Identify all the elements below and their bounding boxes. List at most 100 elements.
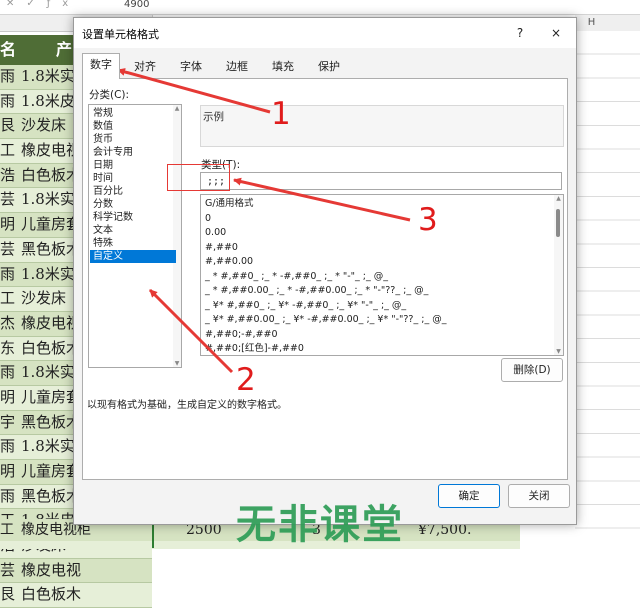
cell-name[interactable]: 雨 <box>0 361 18 385</box>
cell-product[interactable]: 儿童房套 <box>21 213 81 237</box>
cell-name[interactable]: 艮 <box>0 583 18 607</box>
tab-alignment[interactable]: 对齐 <box>124 56 166 77</box>
cell-product[interactable]: 黑色板木 <box>21 411 81 435</box>
formula-bar-value[interactable]: 4900 <box>124 0 149 10</box>
format-list-scrollbar[interactable]: ▲ ▼ <box>554 195 563 355</box>
tab-number[interactable]: 数字 <box>82 53 120 79</box>
delete-button[interactable]: 删除(D) <box>501 358 563 382</box>
scroll-thumb[interactable] <box>556 209 560 237</box>
cell-product[interactable]: 1.8米实 <box>21 65 75 89</box>
category-item[interactable]: 分数 <box>90 198 176 211</box>
category-item[interactable]: 文本 <box>90 224 176 237</box>
scroll-up-icon[interactable]: ▲ <box>554 195 563 202</box>
table-row[interactable]: 艮白色板木 <box>0 583 152 608</box>
format-cells-dialog: 设置单元格格式 ? × 数字 对齐 字体 边框 填充 保护 分类(C): ▲ ▼… <box>73 17 577 525</box>
cell-name[interactable]: 艮 <box>0 114 18 138</box>
scroll-down-icon[interactable]: ▼ <box>173 360 181 367</box>
format-code-item[interactable]: 0.00 <box>205 226 226 241</box>
cell-name[interactable]: 雨 <box>0 65 18 89</box>
cell-product[interactable]: 橡皮电视 <box>21 139 81 163</box>
cell-product[interactable]: 1.8米实 <box>21 435 75 459</box>
cell-product[interactable]: 沙发床 <box>21 114 66 138</box>
cell-name[interactable]: 雨 <box>0 435 18 459</box>
header-name-cell[interactable]: 名 <box>0 35 16 65</box>
cell-name[interactable]: 芸 <box>0 559 18 583</box>
cell-name[interactable]: 明 <box>0 213 18 237</box>
cancel-button[interactable]: 关闭 <box>508 484 570 508</box>
category-item[interactable]: 自定义 <box>90 250 176 263</box>
tab-protection[interactable]: 保护 <box>308 56 350 77</box>
category-item[interactable]: 数值 <box>90 120 176 133</box>
annotation-number-3: 3 <box>418 202 438 238</box>
cell-product[interactable]: 1.8米实 <box>21 263 75 287</box>
header-product-cell[interactable]: 产 <box>56 35 72 65</box>
sample-label: 示例 <box>203 111 224 123</box>
annotation-number-2: 2 <box>236 362 256 398</box>
category-item[interactable]: 科学记数 <box>90 211 176 224</box>
cell-name[interactable]: 雨 <box>0 263 18 287</box>
cell-name[interactable]: 雨 <box>0 90 18 114</box>
scroll-down-icon[interactable]: ▼ <box>554 348 563 355</box>
cell-product[interactable]: 橡皮电视 <box>21 559 81 583</box>
format-code-item[interactable]: #,##0 <box>205 241 238 256</box>
formula-bar: ✕✓ƒx 4900 <box>0 0 640 15</box>
empty-grid-cells[interactable] <box>575 31 640 548</box>
format-code-item[interactable]: #,##0;[红色]-#,##0 <box>205 342 304 355</box>
format-code-item[interactable]: G/通用格式 <box>205 197 254 212</box>
cell-product[interactable]: 1.8米实 <box>21 188 75 212</box>
format-code-item[interactable]: _ ¥* #,##0.00_ ;_ ¥* -#,##0.00_ ;_ ¥* "-… <box>205 313 446 328</box>
tab-border[interactable]: 边框 <box>216 56 258 77</box>
cell-product[interactable]: 橡皮电视 <box>21 312 81 336</box>
cell-name[interactable]: 工 <box>0 139 18 163</box>
formula-bar-icons[interactable]: ✕✓ƒx <box>6 0 80 9</box>
type-input[interactable]: ;;; <box>200 172 562 190</box>
column-header-h[interactable]: H <box>575 15 609 32</box>
tab-font[interactable]: 字体 <box>170 56 212 77</box>
cell-name[interactable]: 杰 <box>0 312 18 336</box>
cell-name[interactable]: 芸 <box>0 188 18 212</box>
cell-product[interactable]: 白色板木 <box>21 583 81 607</box>
cell-name[interactable]: 雨 <box>0 485 18 509</box>
cell-product[interactable]: 沙发床 <box>21 287 66 311</box>
category-item[interactable]: 会计专用 <box>90 146 176 159</box>
ok-button[interactable]: 确定 <box>438 484 500 508</box>
category-item[interactable]: 时间 <box>90 172 176 185</box>
dialog-title-bar[interactable]: 设置单元格格式 ? × <box>74 18 576 48</box>
cell-product[interactable]: 黑色板木 <box>21 238 81 262</box>
cell-name[interactable]: 浩 <box>0 164 18 188</box>
category-item[interactable]: 特殊 <box>90 237 176 250</box>
format-code-item[interactable]: _ * #,##0_ ;_ * -#,##0_ ;_ * "-"_ ;_ @_ <box>205 270 388 285</box>
help-button[interactable]: ? <box>510 23 530 43</box>
column-header-i[interactable] <box>608 15 640 32</box>
cell-name[interactable]: 明 <box>0 386 18 410</box>
category-item[interactable]: 日期 <box>90 159 176 172</box>
format-code-item[interactable]: _ * #,##0.00_ ;_ * -#,##0.00_ ;_ * "-"??… <box>205 284 428 299</box>
sample-box <box>200 105 564 147</box>
category-list[interactable]: ▲ ▼ 常规 数值 货币 会计专用 日期 时间 百分比 分数 科学记数 文本 特殊 自定义 <box>88 104 182 368</box>
cell-product[interactable]: 白色板木 <box>21 164 81 188</box>
format-code-item[interactable]: 0 <box>205 212 211 227</box>
category-label: 分类(C): <box>89 89 130 101</box>
category-item[interactable]: 常规 <box>90 107 176 120</box>
cell-name[interactable]: 工 <box>0 519 14 541</box>
cell-product[interactable]: 黑色板木 <box>21 485 81 509</box>
cell-name[interactable]: 工 <box>0 287 18 311</box>
category-item[interactable]: 百分比 <box>90 185 176 198</box>
cell-product[interactable]: 白色板木 <box>21 337 81 361</box>
cell-name[interactable]: 宇 <box>0 411 18 435</box>
cell-product[interactable]: 儿童房套 <box>21 386 81 410</box>
format-code-item[interactable]: _ ¥* #,##0_ ;_ ¥* -#,##0_ ;_ ¥* "-"_ ;_ … <box>205 299 406 314</box>
format-code-list[interactable]: ▲ ▼ G/通用格式 0 0.00 #,##0 #,##0.00 _ * #,##0_ ;… <box>200 194 564 356</box>
close-icon[interactable]: × <box>546 23 566 43</box>
cell-name[interactable]: 东 <box>0 337 18 361</box>
table-row[interactable]: 芸橡皮电视 <box>0 558 152 584</box>
cell-name[interactable]: 芸 <box>0 238 18 262</box>
cell-product[interactable]: 儿童房套 <box>21 460 81 484</box>
format-code-item[interactable]: #,##0;-#,##0 <box>205 328 278 343</box>
cell-name[interactable]: 明 <box>0 460 18 484</box>
cell-product[interactable]: 1.8米实 <box>21 361 75 385</box>
category-item[interactable]: 货币 <box>90 133 176 146</box>
format-code-item[interactable]: #,##0.00 <box>205 255 253 270</box>
tab-fill[interactable]: 填充 <box>262 56 304 77</box>
cell-product[interactable]: 1.8米皮 <box>21 90 75 114</box>
